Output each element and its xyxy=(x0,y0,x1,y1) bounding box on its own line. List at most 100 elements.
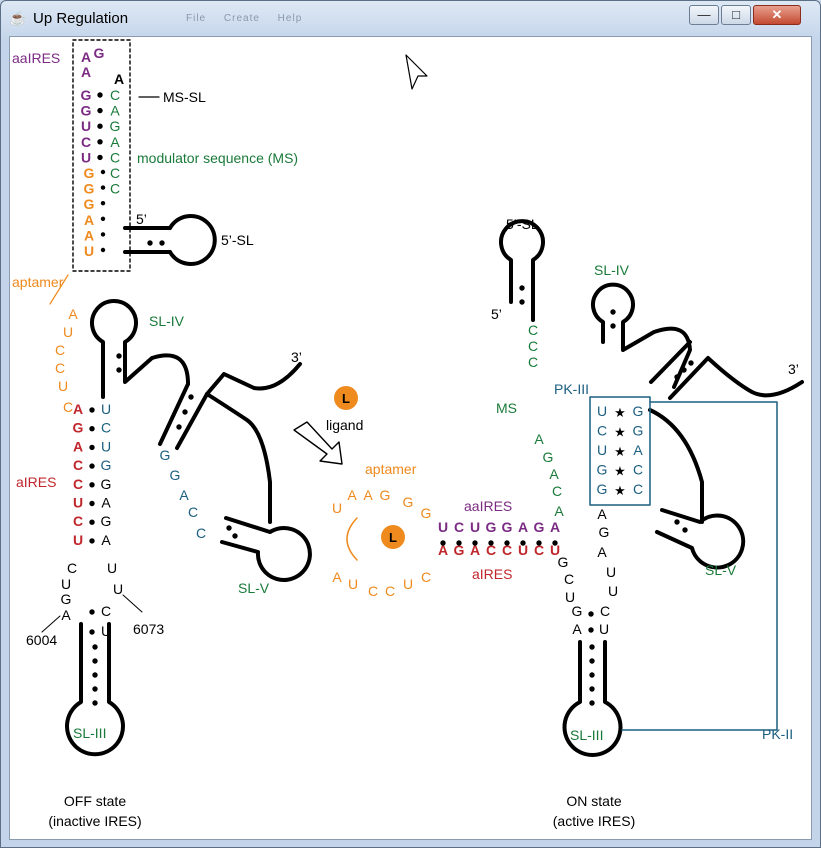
sl-v-right xyxy=(648,408,746,570)
diagram-canvas: AGAAGGUCUGGGAAUCAGACCCAUCCUCAGACCUCUUCUG… xyxy=(9,36,812,840)
right-down-right-base: G xyxy=(599,524,610,540)
top-loop-base: A xyxy=(114,71,124,87)
base-pair-dot xyxy=(674,374,680,380)
apt-mid-top-base: G xyxy=(403,494,414,510)
pk-star-icon: ★ xyxy=(614,483,626,498)
off-right-base: G xyxy=(101,513,112,529)
ms-right-base: C xyxy=(110,181,120,197)
aptamer-left-base: C xyxy=(55,342,65,358)
apt-mid-bottom-base: U xyxy=(403,576,413,592)
ligand-letter: L xyxy=(342,391,350,406)
base-pair-dot xyxy=(97,107,103,114)
off-right-base: A xyxy=(101,495,111,511)
base-pair-dot xyxy=(681,367,687,373)
pk-right-base: G xyxy=(633,423,644,439)
pk-right-base: G xyxy=(633,403,644,419)
aptamer-left-base: C xyxy=(63,399,73,415)
right-down-right-base: A xyxy=(597,544,607,560)
base-pair-dot xyxy=(92,644,98,650)
off-bottom-left-base: C xyxy=(67,560,77,576)
right-ms-base: C xyxy=(528,338,538,354)
base-pair-dot xyxy=(456,540,462,546)
base-pair-dot xyxy=(97,154,103,161)
ms-left-base: G xyxy=(81,103,92,119)
base-pair-dot xyxy=(589,644,595,650)
maximize-button[interactable]: □ xyxy=(721,5,751,25)
ms-left-base: G xyxy=(84,196,95,212)
aptamer-pocket xyxy=(346,517,358,561)
off-left-base: U xyxy=(73,495,83,511)
label-off-sub: (inactive IRES) xyxy=(48,813,141,829)
apt-mid-bottom-base: C xyxy=(368,583,378,599)
right-down-left-base: G xyxy=(572,603,583,619)
ms-left-base: A xyxy=(84,212,94,228)
off-left-base: G xyxy=(73,420,84,436)
off-bottom-left-base: A xyxy=(61,607,71,623)
base-pair-dot xyxy=(536,540,542,546)
base-pair-dot xyxy=(100,247,106,253)
label-aaires-mid: aaIRES xyxy=(464,498,512,514)
apt-mid-top-base: G xyxy=(380,487,391,503)
apt-mid-top-base: U xyxy=(332,500,342,516)
off-right-base: G xyxy=(101,476,112,492)
ms-right-base: C xyxy=(110,149,120,165)
close-button[interactable]: ✕ xyxy=(753,5,801,25)
right-agaca-base: A xyxy=(534,431,544,447)
label-6073: 6073 xyxy=(133,621,164,637)
right-ms-base: C xyxy=(528,322,538,338)
apt-mid-bottom-base: C xyxy=(421,569,431,585)
sl-iv-right xyxy=(591,282,692,389)
label-aires-mid: aIRES xyxy=(472,566,512,582)
label-ligand: ligand xyxy=(326,417,363,433)
base-pair-dot xyxy=(589,700,595,706)
label-5sl-right: 5’-SL xyxy=(506,216,539,232)
off-left-base: A xyxy=(73,401,83,417)
base-pair-dot xyxy=(92,700,98,706)
aptamer-left-base: C xyxy=(55,360,65,376)
base-pair-dot xyxy=(97,139,103,145)
right-agaca-base: A xyxy=(554,503,564,519)
label-sl-iii-left: SL-III xyxy=(73,725,106,741)
aptamer-left-base: A xyxy=(68,306,78,322)
pk-star-icon: ★ xyxy=(614,464,626,479)
off-left-base: C xyxy=(73,476,83,492)
base-pair-dot xyxy=(440,540,446,546)
label-on-sub: (active IRES) xyxy=(553,813,635,829)
label-aptamer-mid: aptamer xyxy=(365,461,417,477)
base-pair-dot xyxy=(89,500,95,507)
label-6004: 6004 xyxy=(26,632,57,648)
label-sl-iii-right: SL-III xyxy=(570,727,603,743)
aaires-mid-base: G xyxy=(502,519,513,535)
base-pair-dot xyxy=(589,686,595,692)
pk-right-base: C xyxy=(633,462,643,478)
off-right-base: A xyxy=(101,532,111,548)
base-pair-dot xyxy=(100,201,106,206)
apt-mid-top-base: G xyxy=(421,505,432,521)
aaires-mid-base: G xyxy=(486,519,497,535)
right-down-left-base: G xyxy=(558,554,569,570)
ms-left-base: U xyxy=(81,149,91,165)
arrow-cursor-icon xyxy=(405,54,428,90)
right-down-right-base: A xyxy=(597,506,607,522)
off-right-base: U xyxy=(101,401,111,417)
base-pair-dot xyxy=(552,540,558,546)
gg-acc-base: C xyxy=(188,504,198,520)
label-off-state: OFF state xyxy=(64,793,126,809)
label-aires-left: aIRES xyxy=(16,474,56,490)
off-right-base: G xyxy=(101,457,112,473)
sl-v-left-arm xyxy=(158,382,272,524)
five-sl-right xyxy=(499,219,545,322)
title-bar[interactable]: ☕ Up Regulation File Create Help — □ ✕ xyxy=(1,1,820,35)
base-pair-dot xyxy=(92,672,98,678)
pk-right-base: A xyxy=(633,442,643,458)
right-down-right-base: U xyxy=(599,621,609,637)
right-agaca-base: A xyxy=(549,466,559,482)
pk-left-base: U xyxy=(597,403,607,419)
base-pair-dot xyxy=(97,123,103,129)
off-bottom-right-base: C xyxy=(101,603,111,619)
base-pair-dot xyxy=(588,627,594,633)
right-down-left-base: A xyxy=(572,621,582,637)
ms-left-base: C xyxy=(81,134,91,150)
minimize-button[interactable]: — xyxy=(689,5,719,25)
label-ms-right: MS xyxy=(496,400,517,416)
